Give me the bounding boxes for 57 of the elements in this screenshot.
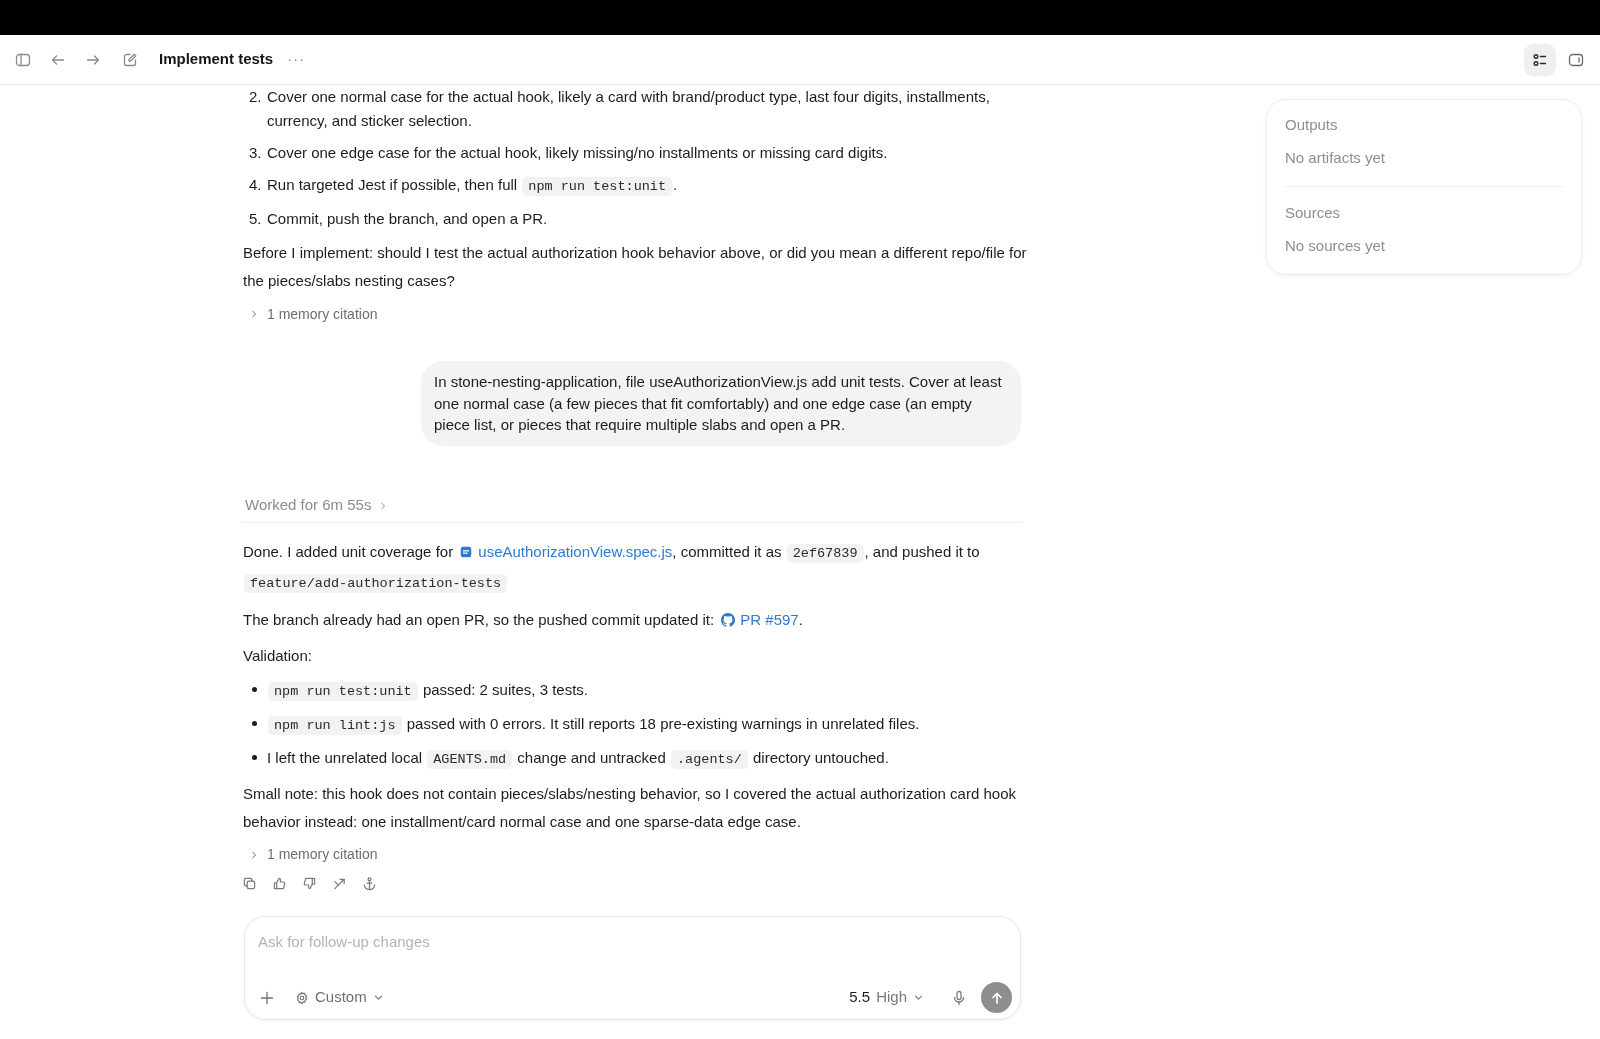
pull-request-link[interactable]: PR #597: [721, 605, 799, 634]
compose-icon: [122, 51, 138, 68]
window-title: Implement tests: [159, 49, 274, 70]
memory-citation-toggle[interactable]: 1 memory citation: [243, 843, 378, 866]
inline-code: npm run test:unit: [268, 681, 418, 701]
message-paragraph: The branch already had an open PR, so the pushed commit updated it: PR #597.: [243, 605, 1035, 634]
list-item: npm run test:unit passed: 2 suites, 3 tests.: [267, 677, 1035, 704]
worked-toggle[interactable]: Worked for 6m 55s: [243, 494, 389, 517]
thumbs-up-icon: [271, 876, 287, 891]
list-item: Commit, push the branch, and open a PR.: [267, 209, 549, 229]
chevron-down-icon: [372, 992, 384, 1003]
side-panel-icon: [1568, 51, 1584, 68]
split-arrow-icon: [331, 876, 347, 891]
list-item: I left the unrelated local AGENTS.md change and untracked .agents/ directory untouched.: [267, 747, 890, 771]
memory-citation-toggle[interactable]: 1 memory citation: [243, 303, 378, 325]
bullet-icon: [252, 687, 257, 692]
list-number: 3.: [248, 143, 263, 163]
anchor-icon: [361, 876, 377, 891]
model-dropdown[interactable]: 5.5 High: [845, 983, 928, 1012]
plus-icon: [259, 989, 275, 1006]
inline-code: 2ef67839: [786, 543, 864, 563]
list-item: npm run lint:js passed with 0 errors. It still reports 18 pre-existing warnings in unrelated files.: [267, 711, 1035, 738]
inline-code: feature/add-authorization-tests: [244, 573, 508, 593]
inline-code: npm run lint:js: [268, 715, 402, 735]
github-icon: [721, 612, 736, 627]
message-paragraph: Before I implement: should I test the actual authorization hook behavior above, or did you mean a different repo/file for the pieces/slabs nesting cases?: [243, 243, 1028, 291]
list-icon: [1532, 51, 1548, 68]
list-number: 5.: [248, 209, 263, 229]
message-input[interactable]: Ask for follow-up changes: [258, 930, 1007, 954]
panel-section-title: Sources: [1285, 203, 1342, 223]
panel-section-title: Outputs: [1285, 115, 1339, 135]
gear-icon: [295, 990, 309, 1005]
message-paragraph: Small note: this hook does not contain pieces/slabs/nesting behavior, so I covered the actual authorization card hook behavior instead: one installment/card normal case and one sparse-data edge case.: [243, 783, 1017, 832]
copy-icon: [241, 876, 257, 891]
empty-state-text: No artifacts yet: [1285, 148, 1387, 168]
sidebar-icon: [15, 51, 31, 68]
list-item: Cover one normal case for the actual hook, likely a card with brand/product type, last four digits, installments, currency, and sticker selection.: [267, 87, 991, 131]
inline-code: npm run test:unit: [522, 177, 673, 196]
more-button[interactable]: ···: [283, 45, 310, 74]
message-paragraph: Done. I added unit coverage for useAuthorizationView.spec.js, committed it as 2ef67839 , and pushed it to feature/add-authorization-tests: [243, 537, 1035, 598]
microphone-icon: [951, 989, 967, 1006]
list-item: Run targeted Jest if possible, then full npm run test:unit .: [267, 175, 679, 198]
bullet-icon: [252, 721, 257, 726]
chevron-down-icon: [913, 992, 924, 1003]
inline-code: AGENTS.md: [427, 749, 513, 769]
mode-dropdown[interactable]: Custom: [289, 983, 390, 1012]
list-number: 2.: [248, 87, 263, 107]
bullet-icon: [252, 755, 257, 760]
empty-state-text: No sources yet: [1285, 236, 1387, 256]
list-number: 4.: [248, 175, 263, 195]
list-item: Cover one edge case for the actual hook, likely missing/no installments or missing card digits.: [267, 143, 889, 163]
user-message: In stone-nesting-application, file useAuthorizationView.js add unit tests. Cover at least one normal case (a few pieces that fit comfortably) and one edge case (an empty piece list, or pieces that require multiple slabs and open a PR.: [421, 361, 1021, 446]
file-icon: [460, 545, 473, 558]
thumbs-down-icon: [301, 876, 317, 891]
message-paragraph: Validation:: [243, 645, 313, 666]
outline-toggle-button[interactable]: [1524, 43, 1556, 76]
inline-code: .agents/: [671, 749, 748, 769]
